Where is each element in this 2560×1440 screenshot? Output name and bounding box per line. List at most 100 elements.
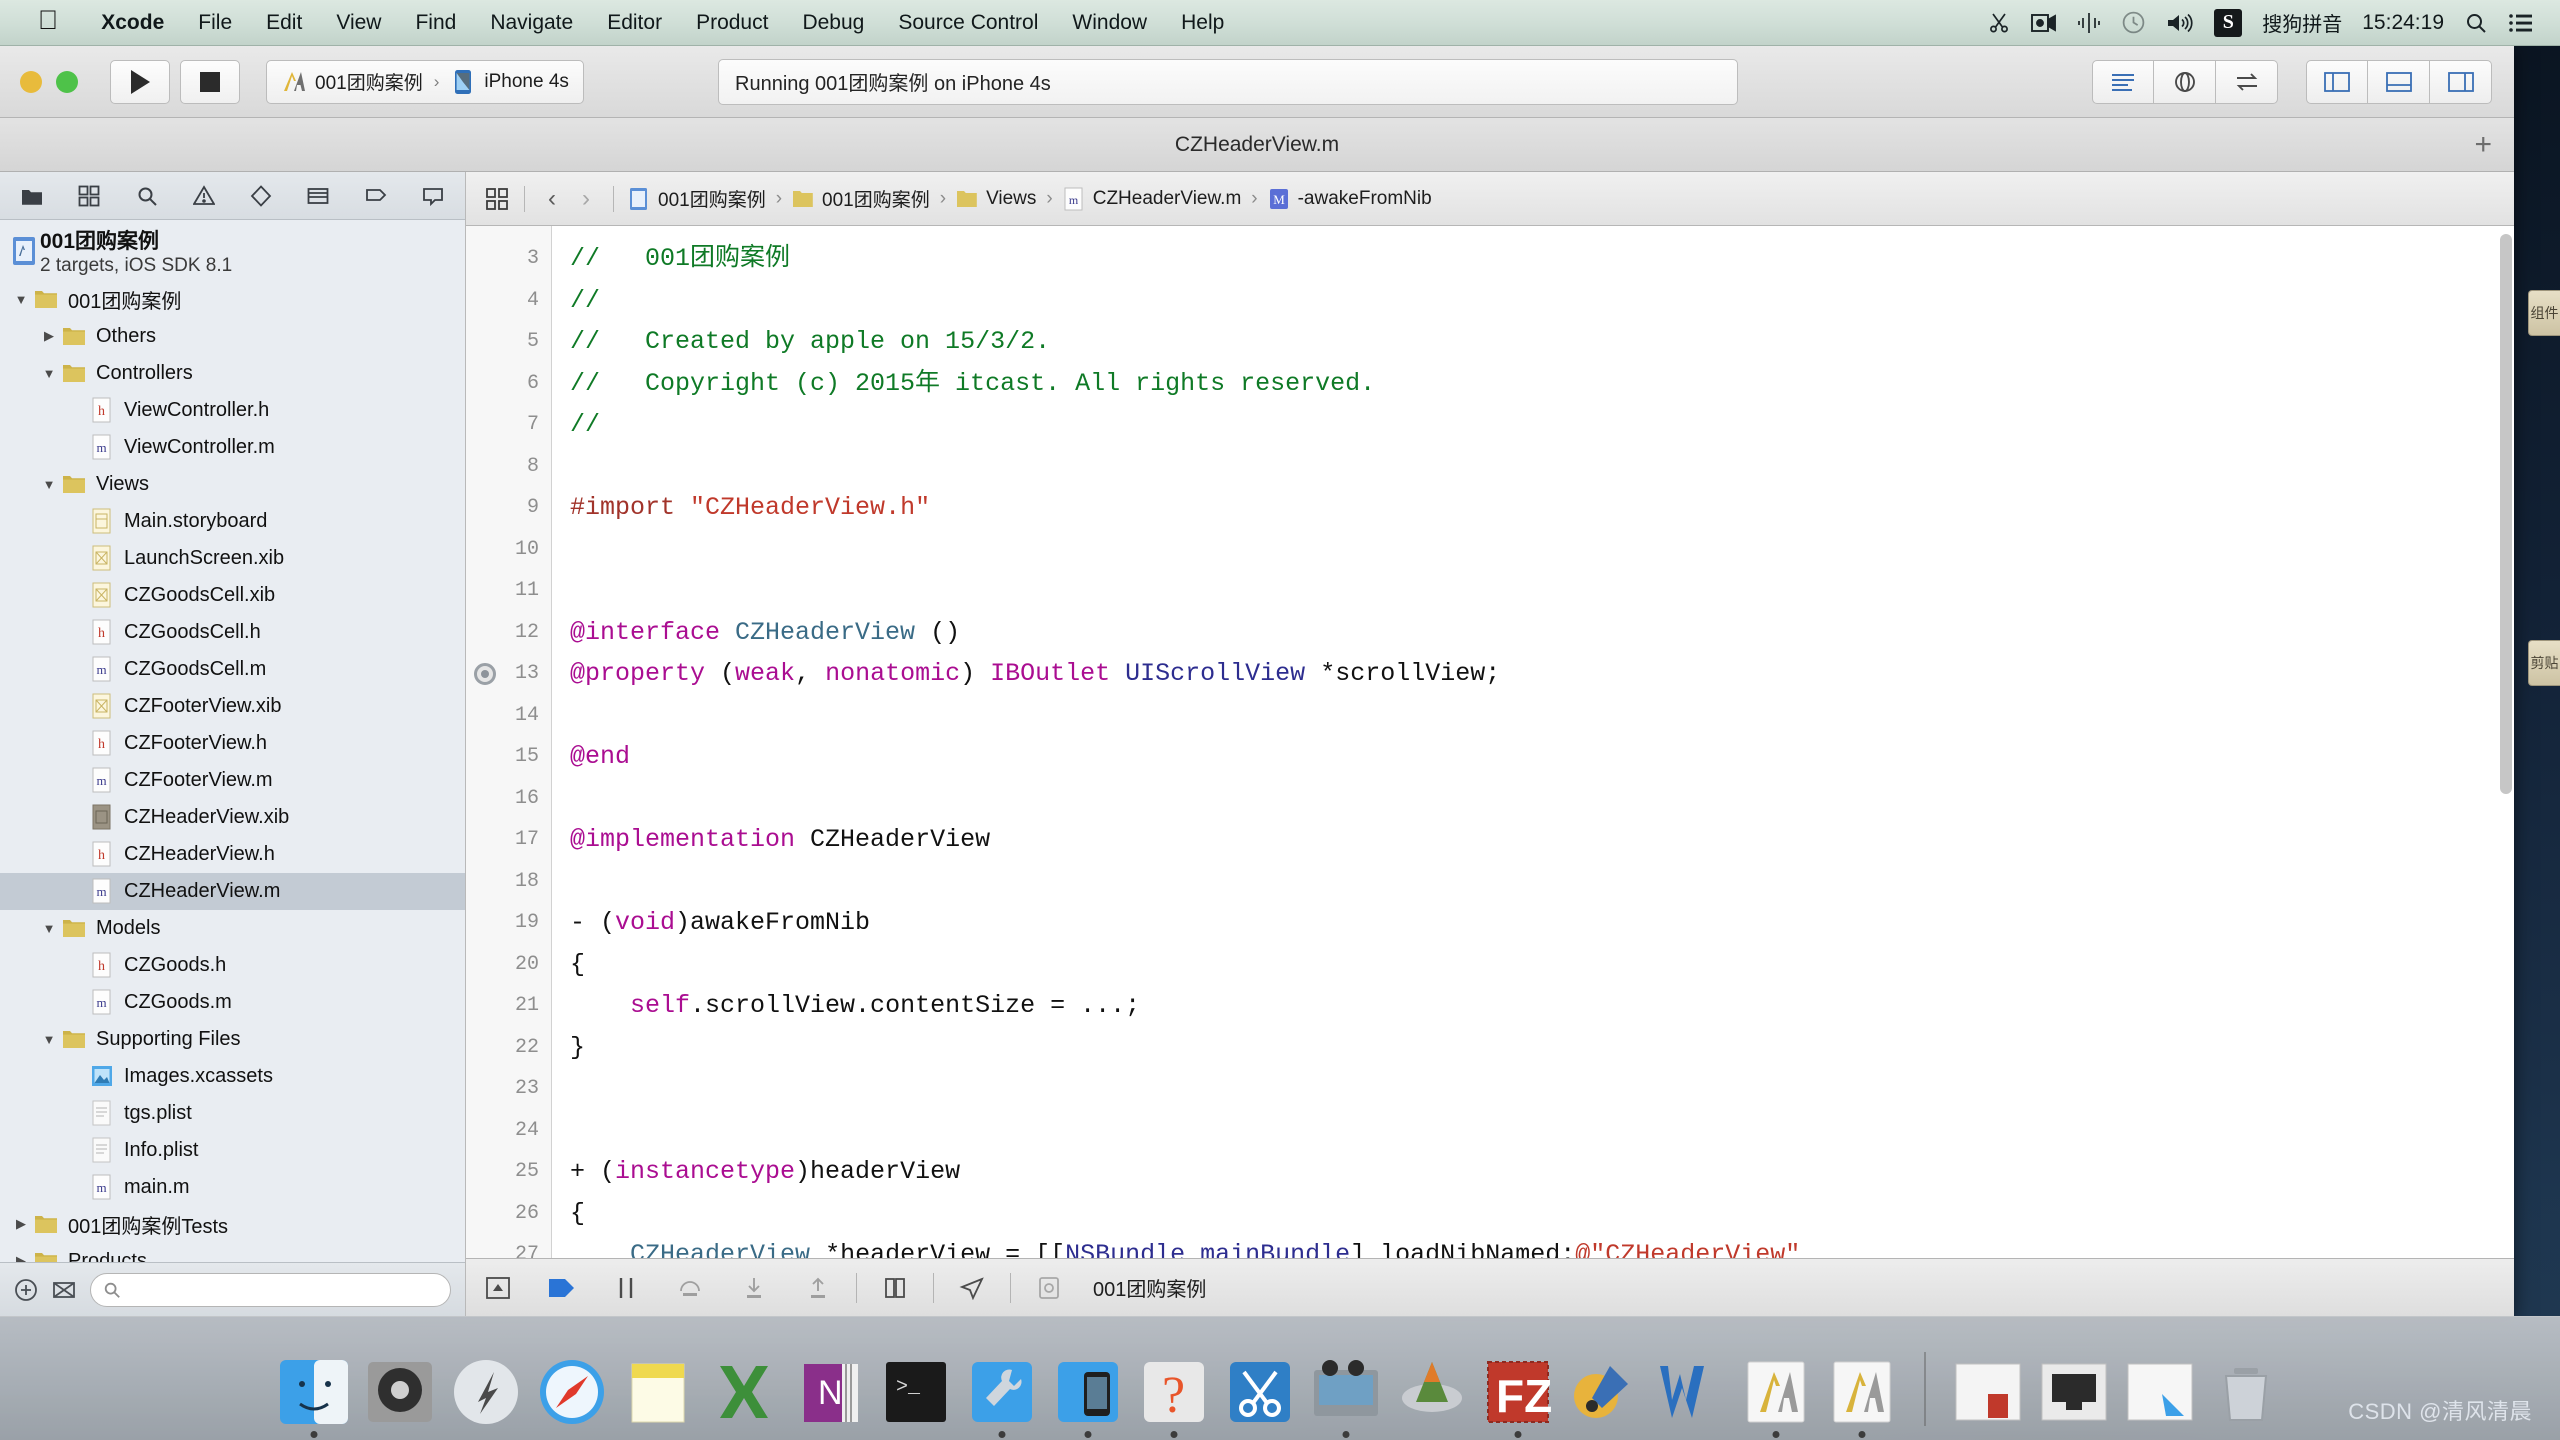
menu-item-navigate[interactable]: Navigate xyxy=(473,11,590,35)
tree-item-czgoodscell.h[interactable]: h CZGoodsCell.h xyxy=(0,614,465,651)
filter-input[interactable] xyxy=(90,1272,451,1307)
dock-item-safari[interactable] xyxy=(534,1354,610,1430)
breadcrumb-item-3[interactable]: m CZHeaderView.m xyxy=(1059,187,1246,211)
breadcrumb-item-1[interactable]: 001团购案例 xyxy=(788,185,934,212)
dock-item-launchpad[interactable] xyxy=(448,1354,524,1430)
menu-item-edit[interactable]: Edit xyxy=(249,11,319,35)
menu-item-product[interactable]: Product xyxy=(679,11,785,35)
project-header[interactable]: 001团购案例 2 targets, iOS SDK 8.1 xyxy=(0,226,465,281)
tree-item-czheaderview.h[interactable]: h CZHeaderView.h xyxy=(0,836,465,873)
test-navigator-icon[interactable] xyxy=(241,179,281,213)
dock-item-snipaste[interactable] xyxy=(1222,1354,1298,1430)
dock-item-quicktime[interactable] xyxy=(1308,1354,1384,1438)
hide-debug-area-icon[interactable] xyxy=(466,1259,530,1317)
tree-item-czgoodscell.m[interactable]: m CZGoodsCell.m xyxy=(0,651,465,688)
tree-item-czgoods.h[interactable]: h CZGoods.h xyxy=(0,947,465,984)
chevron-down-icon[interactable]: ▼ xyxy=(38,477,60,492)
dock-item-window-min-3[interactable] xyxy=(2122,1354,2198,1430)
project-tree[interactable]: 001团购案例 2 targets, iOS SDK 8.1 ▼ 001团购案例 ▶… xyxy=(0,220,465,1262)
window-close-button[interactable] xyxy=(20,70,42,93)
tree-item-001tests[interactable]: ▶ 001团购案例Tests xyxy=(0,1206,465,1243)
tree-item-others[interactable]: ▶ Others xyxy=(0,318,465,355)
tree-item-czfooterview.xib[interactable]: CZFooterView.xib xyxy=(0,688,465,725)
search-icon[interactable] xyxy=(2464,11,2488,35)
dock-item-devices[interactable] xyxy=(1050,1354,1126,1438)
tree-item-supportingfiles[interactable]: ▼ Supporting Files xyxy=(0,1021,465,1058)
standard-editor-icon[interactable] xyxy=(2092,59,2154,104)
utilities-toggle-icon[interactable] xyxy=(2430,59,2492,104)
report-navigator-icon[interactable] xyxy=(413,179,453,213)
debug-area-toggle-icon[interactable] xyxy=(2368,59,2430,104)
assistant-editor-icon[interactable] xyxy=(2154,59,2216,104)
jump-forward-button[interactable]: › xyxy=(569,185,603,213)
clock-icon[interactable] xyxy=(2121,10,2146,35)
issue-navigator-icon[interactable] xyxy=(184,179,224,213)
version-editor-icon[interactable] xyxy=(2216,59,2278,104)
tree-item-czfooterview.m[interactable]: m CZFooterView.m xyxy=(0,762,465,799)
menu-item-editor[interactable]: Editor xyxy=(590,11,679,35)
location-simulate-icon[interactable] xyxy=(940,1259,1004,1317)
dock-item-utilities[interactable] xyxy=(964,1354,1040,1438)
run-button[interactable] xyxy=(110,59,170,104)
dock-item-onenote[interactable]: N xyxy=(792,1354,868,1430)
tree-item-viewcontroller.h[interactable]: h ViewController.h xyxy=(0,392,465,429)
chevron-down-icon[interactable]: ▼ xyxy=(38,366,60,381)
chevron-right-icon[interactable]: ▶ xyxy=(38,328,60,344)
chevron-down-icon[interactable]: ▼ xyxy=(10,292,32,307)
tree-item-info.plist[interactable]: Info.plist xyxy=(0,1132,465,1169)
tree-item-czfooterview.h[interactable]: h CZFooterView.h xyxy=(0,725,465,762)
step-into-icon[interactable] xyxy=(722,1259,786,1317)
menu-item-help[interactable]: Help xyxy=(1164,11,1241,35)
dock-item-paint[interactable] xyxy=(1566,1354,1642,1430)
chevron-right-icon[interactable]: ▶ xyxy=(10,1253,32,1262)
menu-item-find[interactable]: Find xyxy=(398,11,473,35)
dock-item-xcode-b[interactable] xyxy=(1824,1354,1900,1438)
tree-item-czgoods.m[interactable]: m CZGoods.m xyxy=(0,984,465,1021)
scheme-selector[interactable]: 001团购案例 › iPhone 4s xyxy=(266,59,584,104)
step-over-icon[interactable] xyxy=(658,1259,722,1317)
tree-item-products[interactable]: ▶ Products xyxy=(0,1243,465,1262)
chevron-down-icon[interactable]: ▼ xyxy=(38,921,60,936)
code-text[interactable]: // 001团购案例 // // Created by apple on 15/3/… xyxy=(552,226,2514,1258)
chevron-down-icon[interactable]: ▼ xyxy=(38,1032,60,1047)
process-icon[interactable] xyxy=(1017,1259,1081,1317)
jump-back-button[interactable]: ‹ xyxy=(535,185,569,213)
chevron-right-icon[interactable]: ▶ xyxy=(10,1216,32,1232)
tree-item-views[interactable]: ▼ Views xyxy=(0,466,465,503)
tree-item-001[interactable]: ▼ 001团购案例 xyxy=(0,281,465,318)
continue-icon[interactable] xyxy=(530,1259,594,1317)
ime-label[interactable]: 搜狗拼音 xyxy=(2262,8,2342,37)
view-debug-icon[interactable] xyxy=(863,1259,927,1317)
symbol-navigator-icon[interactable] xyxy=(69,179,109,213)
dock-item-system-preferences[interactable] xyxy=(362,1354,438,1430)
line-number-gutter[interactable]: 3 4 5 6 7 8 9 10 11 12 13 14 15 16 17 18 19 20 21 22 23 24 25 2… xyxy=(466,226,552,1258)
window-zoom-button[interactable] xyxy=(56,70,78,93)
dock-item-window-min-2[interactable] xyxy=(2036,1354,2112,1430)
show-related-icon[interactable] xyxy=(52,1278,76,1302)
project-navigator-icon[interactable] xyxy=(12,179,52,213)
source-editor[interactable]: 3 4 5 6 7 8 9 10 11 12 13 14 15 16 17 18 19 20 21 22 23 24 25 2… xyxy=(466,226,2514,1258)
tree-item-controllers[interactable]: ▼ Controllers xyxy=(0,355,465,392)
dock-item-help[interactable]: ? xyxy=(1136,1354,1212,1438)
breakpoint-navigator-icon[interactable] xyxy=(356,179,396,213)
breadcrumb-item-4[interactable]: M -awakeFromNib xyxy=(1264,187,1436,211)
tree-item-images.xcassets[interactable]: Images.xcassets xyxy=(0,1058,465,1095)
menu-item-debug[interactable]: Debug xyxy=(785,11,881,35)
search-navigator-icon[interactable] xyxy=(127,179,167,213)
sogou-ime-badge[interactable]: S xyxy=(2214,8,2243,37)
menu-item-window[interactable]: Window xyxy=(1055,11,1164,35)
navigator-toggle-icon[interactable] xyxy=(2306,59,2368,104)
menu-item-xcode[interactable]: Xcode xyxy=(84,11,181,35)
dock-item-word[interactable] xyxy=(1652,1354,1728,1430)
dock-item-finder[interactable] xyxy=(276,1354,352,1438)
breadcrumb-item-0[interactable]: 001团购案例 xyxy=(624,185,770,212)
menu-bar-clock[interactable]: 15:24:19 xyxy=(2362,11,2444,35)
volume-icon[interactable] xyxy=(2166,11,2194,35)
tree-item-viewcontroller.m[interactable]: m ViewController.m xyxy=(0,429,465,466)
tree-item-tgs.plist[interactable]: tgs.plist xyxy=(0,1095,465,1132)
breakpoint-marker[interactable] xyxy=(474,663,496,685)
menu-item-file[interactable]: File xyxy=(181,11,249,35)
dock-item-vlc[interactable] xyxy=(1394,1354,1470,1430)
tree-item-launchscreen.xib[interactable]: LaunchScreen.xib xyxy=(0,540,465,577)
scissors-icon[interactable] xyxy=(1987,11,2011,35)
